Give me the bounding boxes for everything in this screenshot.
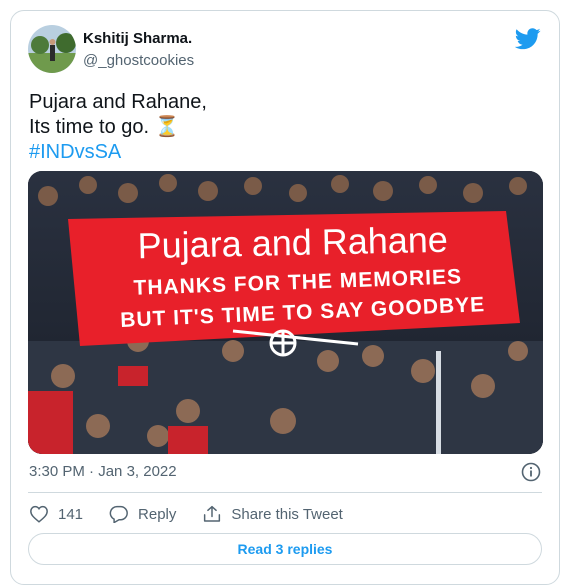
- twitter-bird-icon[interactable]: [515, 28, 541, 50]
- read-replies-button[interactable]: Read 3 replies: [28, 533, 542, 565]
- heart-icon: [30, 505, 48, 523]
- tweet-text: Pujara and Rahane, Its time to go. ⏳ #IN…: [29, 90, 207, 165]
- hourglass-emoji: ⏳: [154, 116, 180, 138]
- share-label: Share this Tweet: [231, 505, 343, 523]
- reply-icon: [109, 505, 128, 523]
- avatar[interactable]: [28, 25, 76, 73]
- banner-photo: Pujara and Rahane THANKS FOR THE MEMORIE…: [28, 171, 543, 454]
- author-name[interactable]: Kshitij Sharma.: [83, 30, 192, 47]
- meta-separator: ·: [84, 463, 99, 480]
- action-bar: 141 Reply Share this Tweet: [29, 501, 369, 527]
- hashtag-link[interactable]: #INDvsSA: [29, 141, 121, 163]
- like-count: 141: [58, 505, 84, 523]
- timestamp[interactable]: 3:30 PM · Jan 3, 2022: [29, 463, 177, 480]
- tweet-photo[interactable]: Pujara and Rahane THANKS FOR THE MEMORIE…: [28, 171, 543, 454]
- banner-title: Pujara and Rahane: [137, 219, 448, 266]
- reply-button[interactable]: Reply: [109, 505, 176, 523]
- tweet-card: Kshitij Sharma. @_ghostcookies Pujara an…: [10, 10, 560, 585]
- author-handle[interactable]: @_ghostcookies: [83, 52, 194, 69]
- share-icon: [204, 505, 221, 522]
- divider: [28, 492, 542, 493]
- like-button[interactable]: 141: [29, 505, 83, 523]
- tweet-line-2: Its time to go.: [29, 116, 150, 138]
- tweet-line-1: Pujara and Rahane,: [29, 91, 207, 113]
- reply-label: Reply: [138, 505, 177, 523]
- tweet-time: 3:30 PM: [29, 463, 85, 480]
- info-icon[interactable]: [521, 462, 541, 482]
- tweet-date: Jan 3, 2022: [98, 463, 177, 480]
- share-button[interactable]: Share this Tweet: [202, 505, 343, 523]
